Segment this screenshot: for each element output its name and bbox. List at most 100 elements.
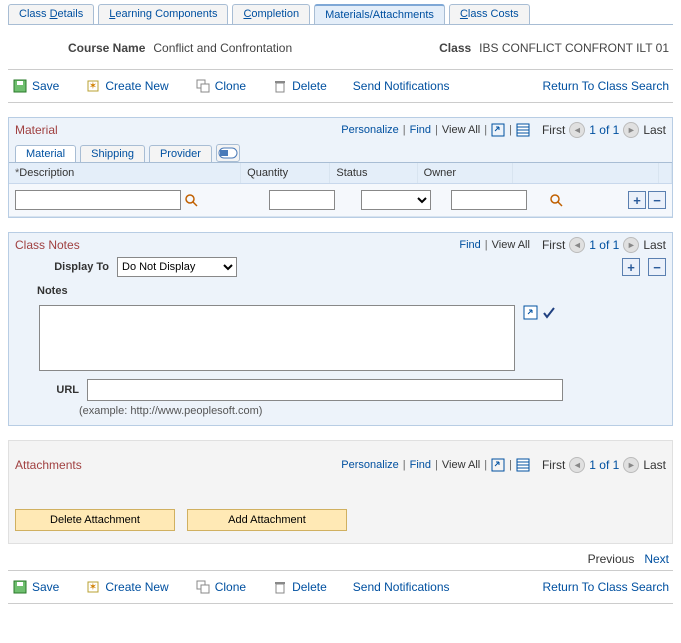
attach-range[interactable]: 1 of 1 — [589, 458, 619, 472]
subtab-material[interactable]: Material — [15, 145, 76, 162]
create-new-button[interactable]: ✶ Create New — [85, 78, 168, 94]
material-find-link[interactable]: Find — [410, 124, 431, 136]
save-button[interactable]: Save — [12, 78, 59, 94]
material-last-link[interactable]: Last — [643, 123, 666, 137]
toolbar-top: Save ✶ Create New Clone Delete Send Noti… — [8, 70, 673, 103]
material-personalize-link[interactable]: Personalize — [341, 124, 398, 136]
material-range[interactable]: 1 of 1 — [589, 123, 619, 137]
create-new-icon: ✶ — [85, 579, 101, 595]
material-delete-row-button[interactable]: − — [648, 191, 666, 209]
attach-next-button[interactable]: ► — [623, 457, 639, 473]
svg-text:✶: ✶ — [89, 582, 97, 593]
notes-first-link[interactable]: First — [542, 238, 565, 252]
attachments-title: Attachments — [15, 458, 82, 472]
col-status[interactable]: Status — [330, 163, 417, 183]
send-notifications-link[interactable]: Send Notifications — [353, 79, 450, 93]
url-input[interactable] — [87, 379, 563, 401]
save-icon — [12, 579, 28, 595]
notes-view-all-link[interactable]: View All — [492, 239, 530, 251]
class-value: IBS CONFLICT CONFRONT ILT 01 — [479, 41, 669, 55]
description-input[interactable] — [15, 190, 181, 210]
url-label: URL — [39, 384, 79, 396]
notes-prev-button[interactable]: ◄ — [569, 237, 585, 253]
delete-attachment-button[interactable]: Delete Attachment — [15, 509, 175, 531]
material-next-button[interactable]: ► — [623, 122, 639, 138]
material-add-row-button[interactable]: + — [628, 191, 646, 209]
return-to-class-search-link-bottom[interactable]: Return To Class Search — [542, 580, 669, 594]
class-header: Course Name Conflict and Confrontation C… — [8, 37, 673, 70]
material-row: + − — [9, 184, 672, 217]
spellcheck-icon[interactable] — [541, 305, 557, 321]
col-description[interactable]: Description — [9, 163, 241, 183]
pager: Previous Next — [8, 544, 673, 570]
material-title: Material — [15, 123, 58, 137]
delete-button[interactable]: Delete — [272, 78, 327, 94]
clone-button[interactable]: Clone — [195, 78, 246, 94]
material-prev-button[interactable]: ◄ — [569, 122, 585, 138]
attach-download-icon[interactable] — [516, 458, 530, 472]
display-to-select[interactable]: Do Not Display — [117, 257, 237, 277]
owner-lookup-icon[interactable] — [549, 192, 563, 208]
material-view-all-link[interactable]: View All — [442, 124, 480, 136]
zoom-icon[interactable] — [491, 123, 505, 137]
attach-view-all-link[interactable]: View All — [442, 459, 480, 471]
notes-delete-row-button[interactable]: − — [648, 258, 666, 276]
previous-link[interactable]: Previous — [588, 552, 635, 566]
class-label: Class — [439, 41, 471, 55]
subtab-shipping[interactable]: Shipping — [80, 145, 145, 162]
notes-add-row-button[interactable]: + — [622, 258, 640, 276]
notes-next-button[interactable]: ► — [623, 237, 639, 253]
clone-icon — [195, 78, 211, 94]
subtab-provider[interactable]: Provider — [149, 145, 212, 162]
next-link[interactable]: Next — [644, 552, 669, 566]
owner-input[interactable] — [451, 190, 527, 210]
material-grid-header: Description Quantity Status Owner — [9, 163, 672, 184]
clone-icon — [195, 579, 211, 595]
col-quantity[interactable]: Quantity — [241, 163, 330, 183]
toolbar-bottom: Save ✶ Create New Clone Delete Send Noti… — [8, 570, 673, 604]
notes-label: Notes — [15, 285, 87, 297]
url-hint: (example: http://www.peoplesoft.com) — [9, 405, 672, 417]
show-all-columns-icon[interactable] — [216, 144, 240, 162]
svg-text:✶: ✶ — [89, 81, 97, 92]
attach-zoom-icon[interactable] — [491, 458, 505, 472]
tab-learning-components[interactable]: Learning Components — [98, 4, 228, 24]
display-to-label: Display To — [15, 261, 109, 273]
attach-personalize-link[interactable]: Personalize — [341, 459, 398, 471]
class-notes-title: Class Notes — [15, 238, 80, 252]
save-button-bottom[interactable]: Save — [12, 579, 59, 595]
tab-class-costs[interactable]: Class Costs — [449, 4, 530, 24]
attach-prev-button[interactable]: ◄ — [569, 457, 585, 473]
tab-completion[interactable]: Completion — [232, 4, 310, 24]
notes-textarea[interactable] — [39, 305, 515, 371]
status-select[interactable] — [361, 190, 431, 210]
attachments-section: Attachments Personalize | Find | View Al… — [8, 440, 673, 544]
material-section: Material Personalize | Find | View All |… — [8, 117, 673, 218]
quantity-input[interactable] — [269, 190, 335, 210]
trash-icon — [272, 78, 288, 94]
clone-button-bottom[interactable]: Clone — [195, 579, 246, 595]
course-name-value: Conflict and Confrontation — [153, 41, 292, 55]
add-attachment-button[interactable]: Add Attachment — [187, 509, 347, 531]
notes-find-link[interactable]: Find — [459, 239, 480, 251]
material-subtabs: Material Shipping Provider — [9, 138, 672, 163]
expand-textarea-icon[interactable] — [523, 305, 539, 321]
notes-last-link[interactable]: Last — [643, 238, 666, 252]
tab-materials-attachments[interactable]: Materials/Attachments — [314, 4, 445, 24]
send-notifications-link-bottom[interactable]: Send Notifications — [353, 580, 450, 594]
create-new-button-bottom[interactable]: ✶ Create New — [85, 579, 168, 595]
delete-button-bottom[interactable]: Delete — [272, 579, 327, 595]
notes-range[interactable]: 1 of 1 — [589, 238, 619, 252]
class-notes-section: Class Notes Find | View All First ◄ 1 of… — [8, 232, 673, 426]
trash-icon — [272, 579, 288, 595]
download-icon[interactable] — [516, 123, 530, 137]
top-tabs: Class Details Learning Components Comple… — [8, 4, 673, 25]
attach-first-link[interactable]: First — [542, 458, 565, 472]
attach-find-link[interactable]: Find — [410, 459, 431, 471]
material-first-link[interactable]: First — [542, 123, 565, 137]
attach-last-link[interactable]: Last — [643, 458, 666, 472]
return-to-class-search-link[interactable]: Return To Class Search — [542, 79, 669, 93]
tab-class-details[interactable]: Class Details — [8, 4, 94, 24]
description-lookup-icon[interactable] — [183, 192, 199, 208]
col-owner[interactable]: Owner — [418, 163, 513, 183]
